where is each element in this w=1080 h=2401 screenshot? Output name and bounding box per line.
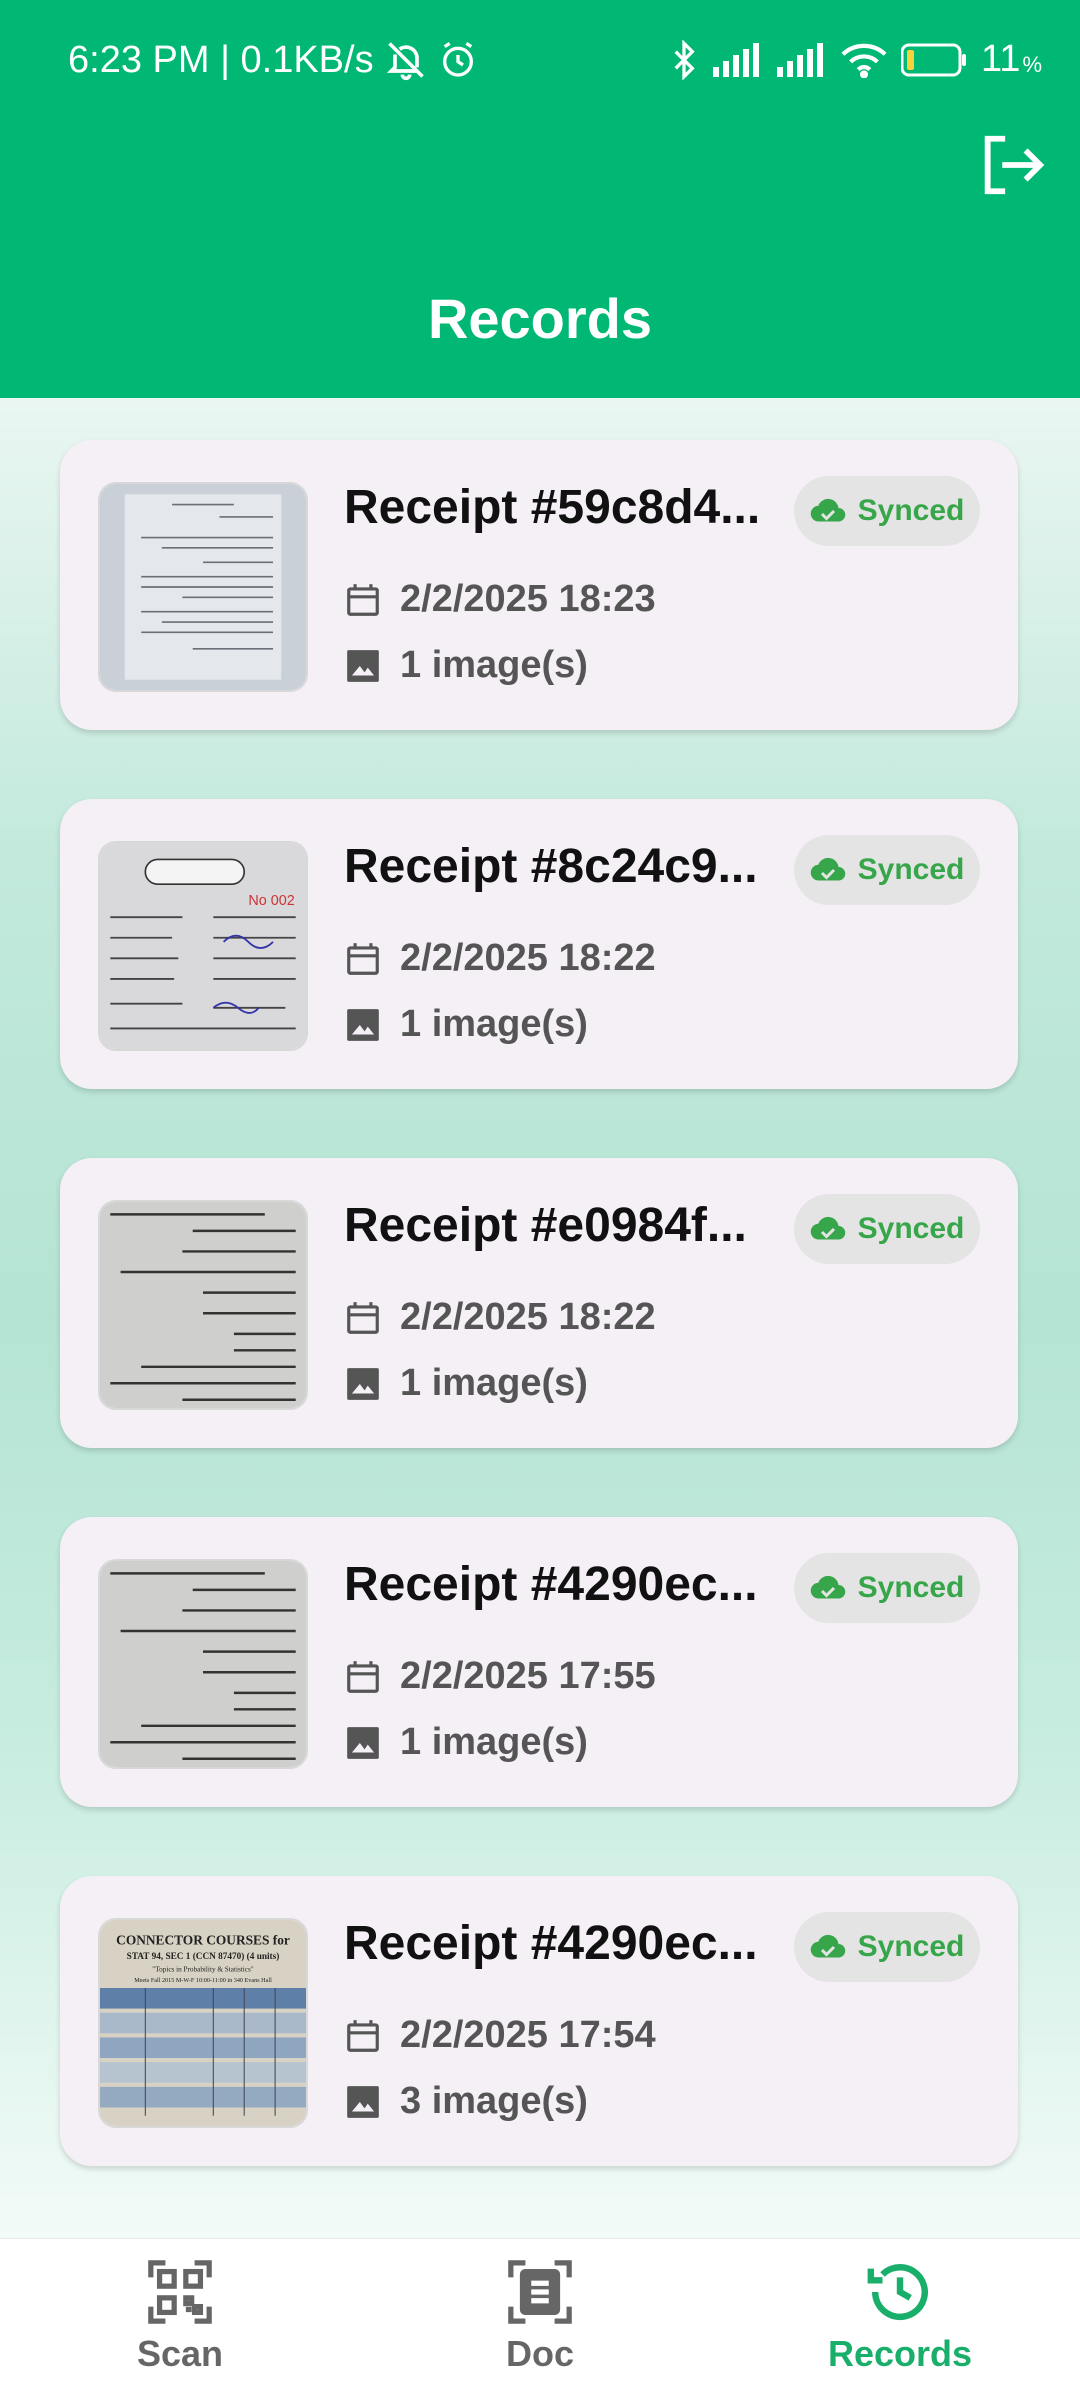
record-card[interactable]: No 002 Receipt #8c24c9... Synced 2/2/202… — [60, 799, 1018, 1089]
sync-status-label: Synced — [857, 1571, 965, 1604]
nav-item-doc[interactable]: Doc — [410, 2257, 670, 2397]
record-date-text: 2/2/2025 18:23 — [400, 578, 656, 620]
nav-item-scan[interactable]: Scan — [50, 2257, 310, 2397]
document-scan-icon — [508, 2260, 572, 2324]
cloud-done-icon — [810, 1216, 845, 1240]
calendar-icon — [347, 1660, 379, 1693]
image-icon — [347, 2085, 379, 2118]
receipt-thumbnail[interactable] — [98, 482, 308, 692]
record-title: Receipt #59c8d4... — [344, 481, 761, 534]
sync-status-badge: Synced — [794, 1912, 980, 1982]
cloud-done-icon — [810, 498, 845, 522]
bottom-navigation: Scan Doc Records — [0, 2238, 1080, 2401]
calendar-icon — [347, 583, 379, 616]
record-image-count-text: 3 image(s) — [400, 2080, 588, 2122]
logout-icon — [984, 135, 1045, 195]
record-image-count-text: 1 image(s) — [400, 1003, 588, 1045]
sync-status-label: Synced — [857, 494, 965, 527]
nav-label-records: Records — [827, 2333, 973, 2374]
sync-status-badge: Synced — [794, 476, 980, 546]
signal-icon — [712, 42, 763, 77]
page-title: Records — [427, 287, 653, 350]
signal-icon — [776, 42, 827, 77]
sync-status-badge: Synced — [794, 835, 980, 905]
nav-label-scan: Scan — [136, 2333, 224, 2374]
cloud-done-icon — [810, 1934, 845, 1958]
image-icon — [347, 649, 379, 682]
calendar-icon — [347, 942, 379, 975]
record-image-count: 1 image(s) — [344, 1721, 588, 1764]
receipt-thumbnail[interactable] — [98, 1559, 308, 1769]
cloud-done-icon — [810, 857, 845, 881]
thumb-text: "Topics in Probability & Statistics" — [152, 1966, 253, 1974]
thumb-text: Meets Fall 2015 M-W-F 10:00-11:00 in 340… — [134, 1977, 272, 1984]
history-icon — [867, 2264, 928, 2320]
record-date-text: 2/2/2025 17:55 — [400, 1655, 656, 1697]
sync-status-label: Synced — [857, 1212, 965, 1245]
wifi-icon — [841, 42, 887, 78]
sync-status-badge: Synced — [794, 1553, 980, 1623]
image-icon — [347, 1008, 379, 1041]
record-date: 2/2/2025 17:54 — [344, 2014, 656, 2057]
receipt-number-text: No 002 — [248, 893, 294, 909]
records-list[interactable]: Receipt #59c8d4... Synced 2/2/2025 18:23… — [0, 398, 1080, 2238]
record-title: Receipt #4290ec... — [344, 1917, 758, 1970]
thumb-text: CONNECTOR COURSES for — [116, 1933, 290, 1948]
receipt-thumbnail[interactable]: No 002 — [98, 841, 308, 1051]
record-date-text: 2/2/2025 18:22 — [400, 937, 656, 979]
record-date-text: 2/2/2025 17:54 — [400, 2014, 656, 2056]
record-image-count-text: 1 image(s) — [400, 644, 588, 686]
record-date: 2/2/2025 18:23 — [344, 578, 656, 621]
nav-label-doc: Doc — [505, 2333, 574, 2374]
sync-status-label: Synced — [857, 1930, 965, 1963]
record-image-count: 1 image(s) — [344, 644, 588, 687]
record-title: Receipt #4290ec... — [344, 1558, 758, 1611]
sync-status-label: Synced — [857, 853, 965, 886]
record-card[interactable]: Receipt #4290ec... Synced 2/2/2025 17:55… — [60, 1517, 1018, 1807]
alarm-icon — [438, 40, 478, 80]
record-title: Receipt #e0984f... — [344, 1199, 747, 1252]
bluetooth-icon — [669, 39, 699, 80]
record-image-count: 3 image(s) — [344, 2080, 588, 2123]
battery-icon — [900, 43, 967, 77]
calendar-icon — [347, 1301, 379, 1334]
qr-scan-icon — [148, 2260, 212, 2324]
sync-status-badge: Synced — [794, 1194, 980, 1264]
thumb-text: STAT 94, SEC 1 (CCN 87470) (4 units) — [127, 1952, 280, 1962]
record-image-count-text: 1 image(s) — [400, 1721, 588, 1763]
app-header: 6:23 PM | 0.1KB/s 11 % Records — [0, 0, 1080, 398]
record-card[interactable]: Receipt #59c8d4... Synced 2/2/2025 18:23… — [60, 440, 1018, 730]
receipt-thumbnail[interactable]: CONNECTOR COURSES for STAT 94, SEC 1 (CC… — [98, 1918, 308, 2128]
status-bar: 6:23 PM | 0.1KB/s 11 % — [0, 0, 1080, 120]
record-card[interactable]: CONNECTOR COURSES for STAT 94, SEC 1 (CC… — [60, 1876, 1018, 2166]
record-title: Receipt #8c24c9... — [344, 840, 758, 893]
battery-percent: 11 — [980, 38, 1021, 80]
cloud-done-icon — [810, 1575, 845, 1599]
image-icon — [347, 1367, 379, 1400]
receipt-thumbnail[interactable] — [98, 1200, 308, 1410]
status-time: 6:23 PM | 0.1KB/s — [68, 38, 374, 81]
logout-button[interactable] — [976, 130, 1046, 200]
bell-muted-icon — [384, 38, 428, 82]
record-image-count: 1 image(s) — [344, 1003, 588, 1046]
calendar-icon — [347, 2019, 379, 2052]
record-date-text: 2/2/2025 18:22 — [400, 1296, 656, 1338]
record-date: 2/2/2025 17:55 — [344, 1655, 656, 1698]
record-date: 2/2/2025 18:22 — [344, 937, 656, 980]
record-date: 2/2/2025 18:22 — [344, 1296, 656, 1339]
record-card[interactable]: Receipt #e0984f... Synced 2/2/2025 18:22… — [60, 1158, 1018, 1448]
nav-item-records[interactable]: Records — [770, 2257, 1030, 2397]
record-image-count: 1 image(s) — [344, 1362, 588, 1405]
percent-sign: % — [1022, 51, 1042, 77]
image-icon — [347, 1726, 379, 1759]
record-image-count-text: 1 image(s) — [400, 1362, 588, 1404]
